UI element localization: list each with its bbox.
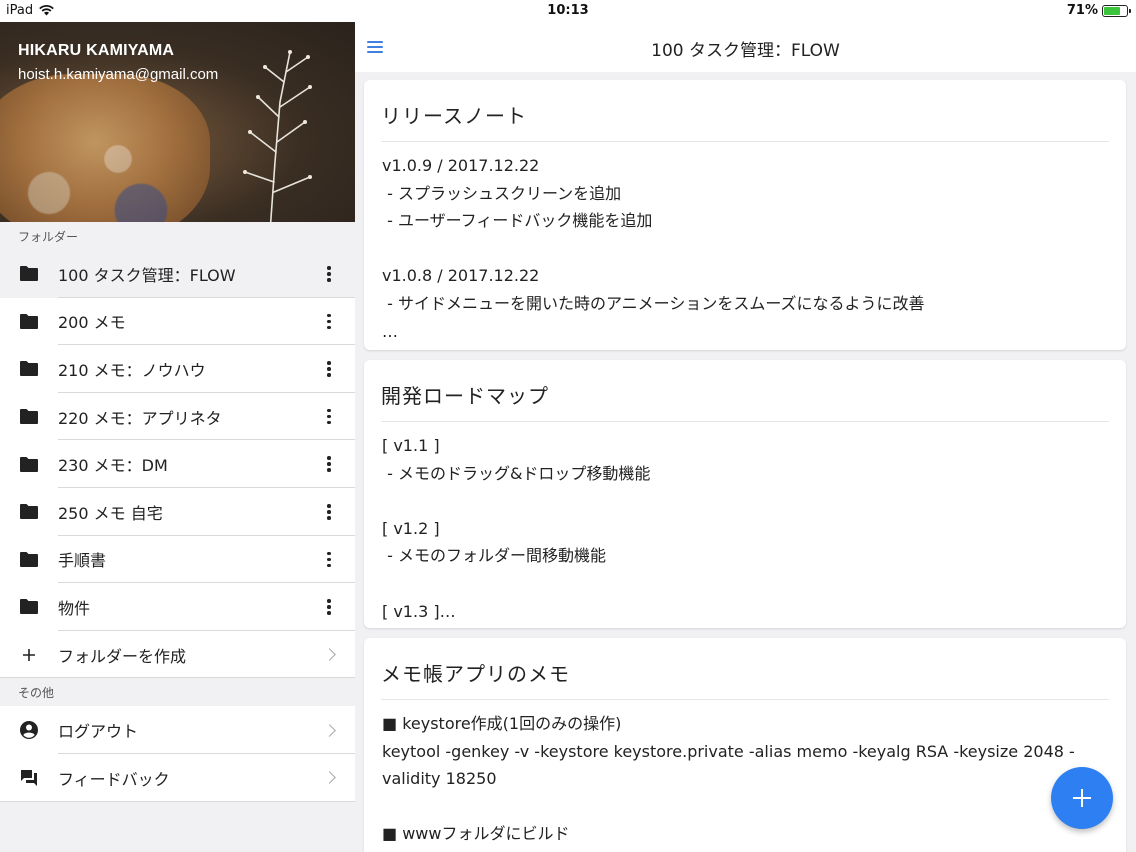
sidebar-item-label: 物件 — [58, 598, 91, 618]
folder-icon — [20, 361, 38, 377]
folder-icon — [20, 313, 38, 329]
others-list: ログアウト フィードバック — [0, 706, 355, 802]
memo-body: ■ keystore作成(1回のみの操作) keytool -genkey -v… — [382, 714, 1075, 852]
battery-percent: 71% — [1066, 3, 1098, 18]
sidebar-item-label: フィードバック — [58, 769, 170, 789]
sidebar-item-label: 220 メモ：アプリネタ — [58, 408, 222, 428]
plus-icon — [1073, 789, 1091, 807]
sidebar-item-folder[interactable]: 220 メモ：アプリネタ — [0, 392, 355, 441]
more-vertical-icon[interactable] — [327, 266, 331, 282]
more-vertical-icon[interactable] — [327, 599, 331, 615]
sidebar-item-label: 手順書 — [58, 551, 107, 571]
folder-icon — [20, 266, 38, 282]
battery-icon — [1102, 4, 1131, 17]
sidebar: HIKARU KAMIYAMA hoist.h.kamiyama@gmail.c… — [0, 22, 355, 852]
folder-icon — [20, 551, 38, 567]
profile-email: hoist.h.kamiyama@gmail.com — [18, 66, 219, 83]
memo-title: リリースノート — [381, 80, 1109, 142]
more-vertical-icon[interactable] — [327, 313, 331, 330]
plus-icon — [23, 648, 35, 661]
sidebar-item-folder[interactable]: 手順書 — [0, 535, 355, 584]
chevron-right-icon — [322, 723, 336, 737]
feedback-icon — [21, 769, 37, 786]
sidebar-item-label: ログアウト — [58, 722, 139, 742]
more-vertical-icon[interactable] — [327, 456, 331, 472]
folder-icon — [20, 504, 38, 520]
folder-list: 100 タスク管理：FLOW 200 メモ 210 メモ：ノウハウ 220 メモ：アプ… — [0, 250, 355, 679]
sidebar-item-folder[interactable]: 210 メモ：ノウハウ — [0, 345, 355, 393]
clock: 10:13 — [547, 3, 589, 18]
chevron-right-icon — [322, 771, 336, 785]
top-app-bar: 100 タスク管理：FLOW — [355, 22, 1136, 72]
plant-decoration — [243, 50, 312, 222]
profile-header: HIKARU KAMIYAMA hoist.h.kamiyama@gmail.c… — [0, 22, 355, 222]
more-vertical-icon[interactable] — [327, 551, 331, 568]
others-section-label: その他 — [18, 686, 55, 701]
status-bar: iPad 10:13 71% — [0, 0, 1136, 22]
memo-list: リリースノート v1.0.9 / 2017.12.22 - スプラッシュスクリー… — [355, 72, 1136, 852]
sidebar-item-folder[interactable]: 250 メモ 自宅 — [0, 487, 355, 536]
sidebar-item-label: 100 タスク管理：FLOW — [58, 265, 236, 285]
memo-card-notepad-app[interactable]: メモ帳アプリのメモ ■ keystore作成(1回のみの操作) keytool … — [364, 638, 1126, 852]
folders-section-label: フォルダー — [18, 230, 79, 244]
more-vertical-icon[interactable] — [327, 504, 331, 520]
account-circle-icon — [20, 721, 38, 740]
profile-background-image — [0, 74, 210, 222]
more-vertical-icon[interactable] — [327, 408, 331, 425]
folder-icon — [20, 409, 38, 425]
chevron-right-icon — [322, 648, 336, 661]
sidebar-item-feedback[interactable]: フィードバック — [0, 753, 355, 802]
add-memo-button[interactable] — [1051, 767, 1113, 829]
create-folder-button[interactable]: フォルダーを作成 — [0, 630, 355, 679]
profile-name: HIKARU KAMIYAMA — [18, 42, 175, 59]
memo-body: [ v1.1 ] - メモのドラッグ&ドロップ移動機能 [ v1.2 ] - メ… — [382, 436, 651, 621]
folder-icon — [20, 456, 38, 472]
sidebar-item-folder[interactable]: 230 メモ：DM — [0, 440, 355, 488]
page-title: 100 タスク管理：FLOW — [651, 41, 840, 61]
sidebar-item-logout[interactable]: ログアウト — [0, 706, 355, 754]
sidebar-item-folder[interactable]: 物件 — [0, 583, 355, 631]
sidebar-item-label: 200 メモ — [58, 313, 126, 333]
sidebar-item-folder[interactable]: 100 タスク管理：FLOW — [0, 250, 355, 298]
sidebar-item-label: 230 メモ：DM — [58, 456, 168, 476]
memo-title: メモ帳アプリのメモ — [381, 638, 1109, 700]
sidebar-item-label: 210 メモ：ノウハウ — [58, 360, 206, 380]
create-folder-label: フォルダーを作成 — [58, 646, 187, 666]
folder-icon — [20, 599, 38, 615]
memo-card-roadmap[interactable]: 開発ロードマップ [ v1.1 ] - メモのドラッグ&ドロップ移動機能 [ v… — [364, 360, 1126, 628]
memo-title: 開発ロードマップ — [381, 360, 1109, 422]
memo-body: v1.0.9 / 2017.12.22 - スプラッシュスクリーンを追加 - ユ… — [382, 156, 925, 341]
more-vertical-icon[interactable] — [327, 361, 331, 377]
sidebar-item-label: 250 メモ 自宅 — [58, 503, 163, 523]
sidebar-item-folder[interactable]: 200 メモ — [0, 297, 355, 346]
memo-card-release-notes[interactable]: リリースノート v1.0.9 / 2017.12.22 - スプラッシュスクリー… — [364, 80, 1126, 350]
